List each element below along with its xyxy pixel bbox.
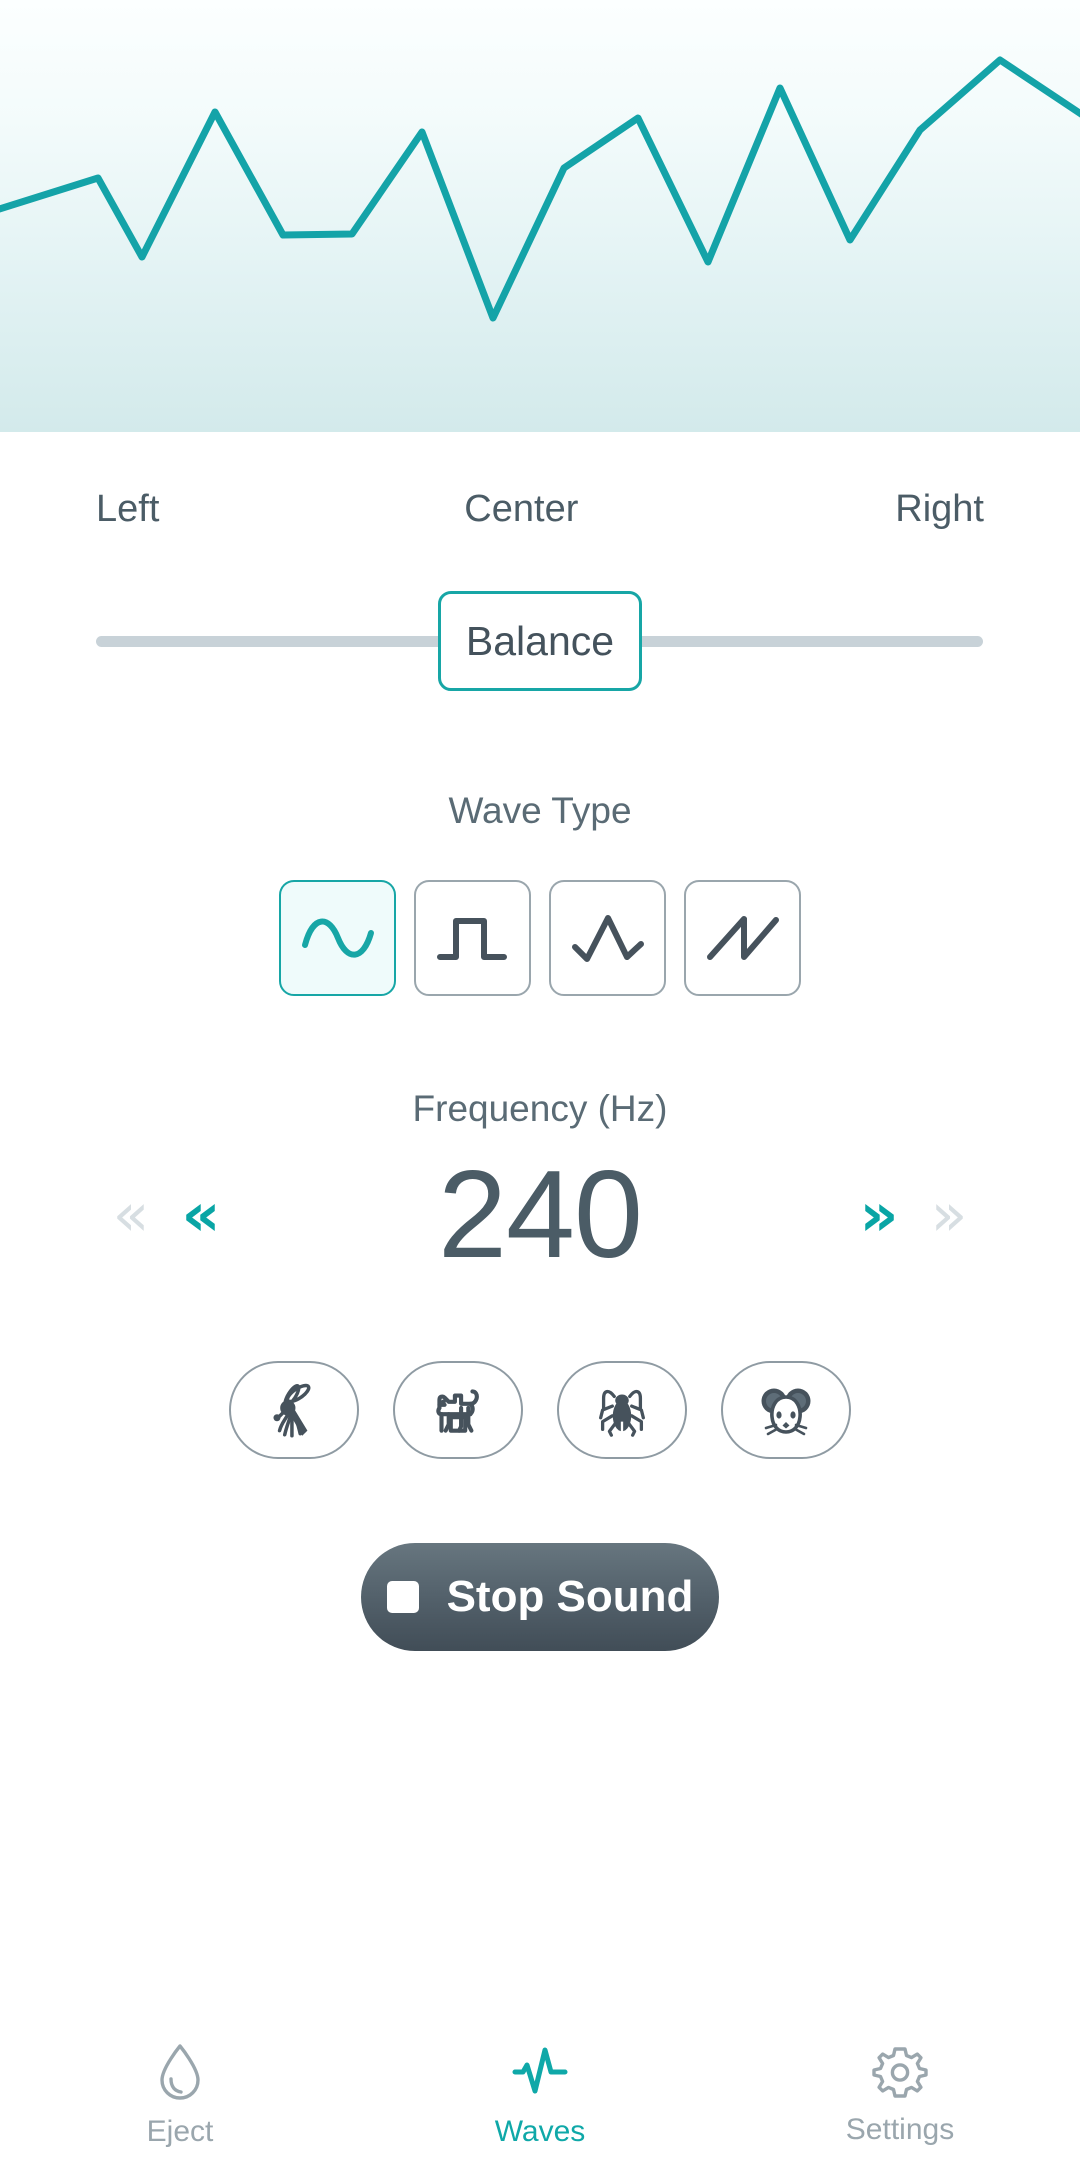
- wave-type-option-triangle[interactable]: [549, 880, 666, 996]
- wave-type-section: Wave Type: [0, 792, 1080, 996]
- preset-mosquito-button[interactable]: [229, 1361, 359, 1459]
- stop-sound-button[interactable]: Stop Sound: [361, 1543, 719, 1651]
- bottom-tab-bar: Eject Waves Settings: [0, 2023, 1080, 2169]
- chevron-double-right-icon: »: [930, 1180, 968, 1250]
- gear-icon: [870, 2041, 930, 2101]
- pulse-wave-icon: [509, 2041, 571, 2103]
- wave-type-options: [0, 880, 1080, 996]
- balance-label-right: Right: [895, 488, 984, 530]
- tab-eject[interactable]: Eject: [0, 2041, 360, 2147]
- frequency-decrease-coarse-button[interactable]: «: [96, 1185, 166, 1245]
- tab-eject-label: Eject: [146, 2115, 214, 2148]
- wave-type-option-sawtooth[interactable]: [684, 880, 801, 996]
- wave-type-option-square[interactable]: [414, 880, 531, 996]
- balance-slider[interactable]: Balance: [0, 576, 1080, 706]
- balance-slider-thumb[interactable]: Balance: [438, 591, 642, 691]
- waveform-line-icon: [0, 56, 1080, 322]
- mouse-icon: [754, 1381, 818, 1439]
- frequency-increase-fine-button[interactable]: »: [844, 1185, 914, 1245]
- water-drop-icon: [156, 2041, 204, 2103]
- frequency-value[interactable]: 240: [236, 1153, 844, 1277]
- tab-waves[interactable]: Waves: [360, 2041, 720, 2147]
- frequency-stepper: « « 240 » »: [0, 1153, 1080, 1277]
- wave-type-option-sine[interactable]: [279, 880, 396, 996]
- mosquito-icon: [261, 1377, 327, 1443]
- balance-label-center: Center: [464, 488, 579, 530]
- balance-slider-thumb-label: Balance: [465, 617, 615, 664]
- dog-icon: [425, 1377, 491, 1443]
- app-screen: Left Center Right Balance Wave Type Freq…: [0, 0, 1080, 2169]
- preset-cockroach-button[interactable]: [557, 1361, 687, 1459]
- waveform-preview: [0, 0, 1080, 432]
- balance-scale-labels: Left Center Right: [0, 490, 1080, 528]
- frequency-section: Frequency (Hz) « « 240 » »: [0, 1090, 1080, 1277]
- animal-preset-row: [0, 1361, 1080, 1459]
- triangle-wave-icon: [569, 911, 647, 965]
- tab-settings[interactable]: Settings: [720, 2041, 1080, 2145]
- square-wave-icon: [434, 911, 512, 965]
- chevron-double-right-icon: »: [859, 1180, 899, 1250]
- sawtooth-wave-icon: [704, 911, 782, 965]
- wave-type-title: Wave Type: [448, 790, 632, 831]
- frequency-decrease-fine-button[interactable]: «: [166, 1185, 236, 1245]
- preset-dog-button[interactable]: [393, 1361, 523, 1459]
- chevron-double-left-icon: «: [112, 1180, 150, 1250]
- balance-label-left: Left: [96, 488, 160, 530]
- tab-waves-label: Waves: [494, 2115, 586, 2148]
- cockroach-icon: [591, 1379, 653, 1441]
- frequency-title: Frequency (Hz): [412, 1088, 668, 1129]
- preset-mouse-button[interactable]: [721, 1361, 851, 1459]
- tab-settings-label: Settings: [845, 2113, 955, 2146]
- frequency-increase-coarse-button[interactable]: »: [914, 1185, 984, 1245]
- chevron-double-left-icon: «: [181, 1180, 221, 1250]
- stop-sound-label: Stop Sound: [446, 1572, 694, 1621]
- sine-wave-icon: [299, 911, 377, 965]
- balance-section: Left Center Right Balance: [0, 432, 1080, 706]
- stop-square-icon: [386, 1581, 419, 1613]
- transport-row: Stop Sound: [0, 1543, 1080, 1651]
